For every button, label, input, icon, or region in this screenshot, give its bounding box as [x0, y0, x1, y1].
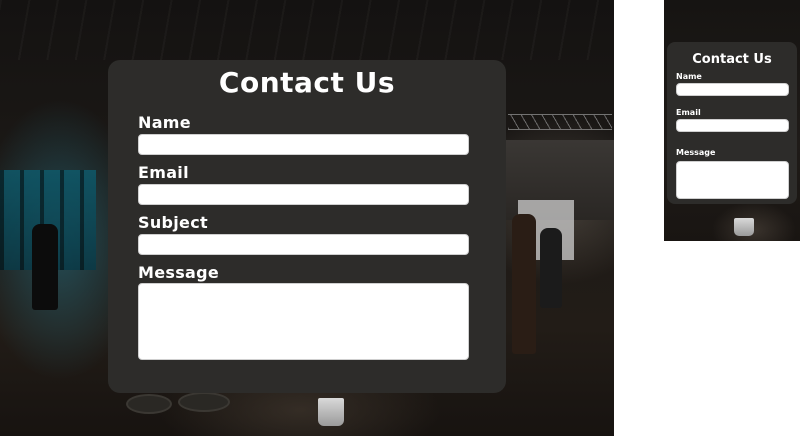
mobile-email-input[interactable] — [676, 119, 789, 132]
background-ceiling — [0, 0, 614, 60]
background-bucket — [318, 398, 344, 426]
message-label: Message — [138, 263, 220, 282]
form-title: Contact Us — [218, 66, 396, 99]
subject-input[interactable] — [138, 234, 469, 255]
email-input[interactable] — [138, 184, 469, 205]
background-person — [32, 224, 58, 310]
subject-label: Subject — [138, 213, 208, 232]
message-textarea[interactable] — [138, 283, 469, 360]
mobile-email-label: Email — [676, 108, 701, 117]
email-label: Email — [138, 163, 189, 182]
desktop-preview: Contact Us Name Email Subject Message — [0, 0, 614, 436]
mobile-form-title: Contact Us — [692, 52, 772, 67]
background-person — [512, 214, 536, 354]
background-person — [540, 228, 562, 308]
name-label: Name — [138, 113, 191, 132]
mobile-message-label: Message — [676, 148, 716, 157]
background-bucket — [734, 218, 754, 236]
mobile-preview: Contact Us Name Email Message — [664, 0, 800, 241]
background-weight-plate — [126, 394, 172, 414]
mobile-message-textarea[interactable] — [676, 161, 789, 199]
mobile-name-input[interactable] — [676, 83, 789, 96]
background-weight-plate — [178, 392, 230, 412]
name-input[interactable] — [138, 134, 469, 155]
mobile-name-label: Name — [676, 72, 702, 81]
background-truss — [508, 114, 612, 130]
